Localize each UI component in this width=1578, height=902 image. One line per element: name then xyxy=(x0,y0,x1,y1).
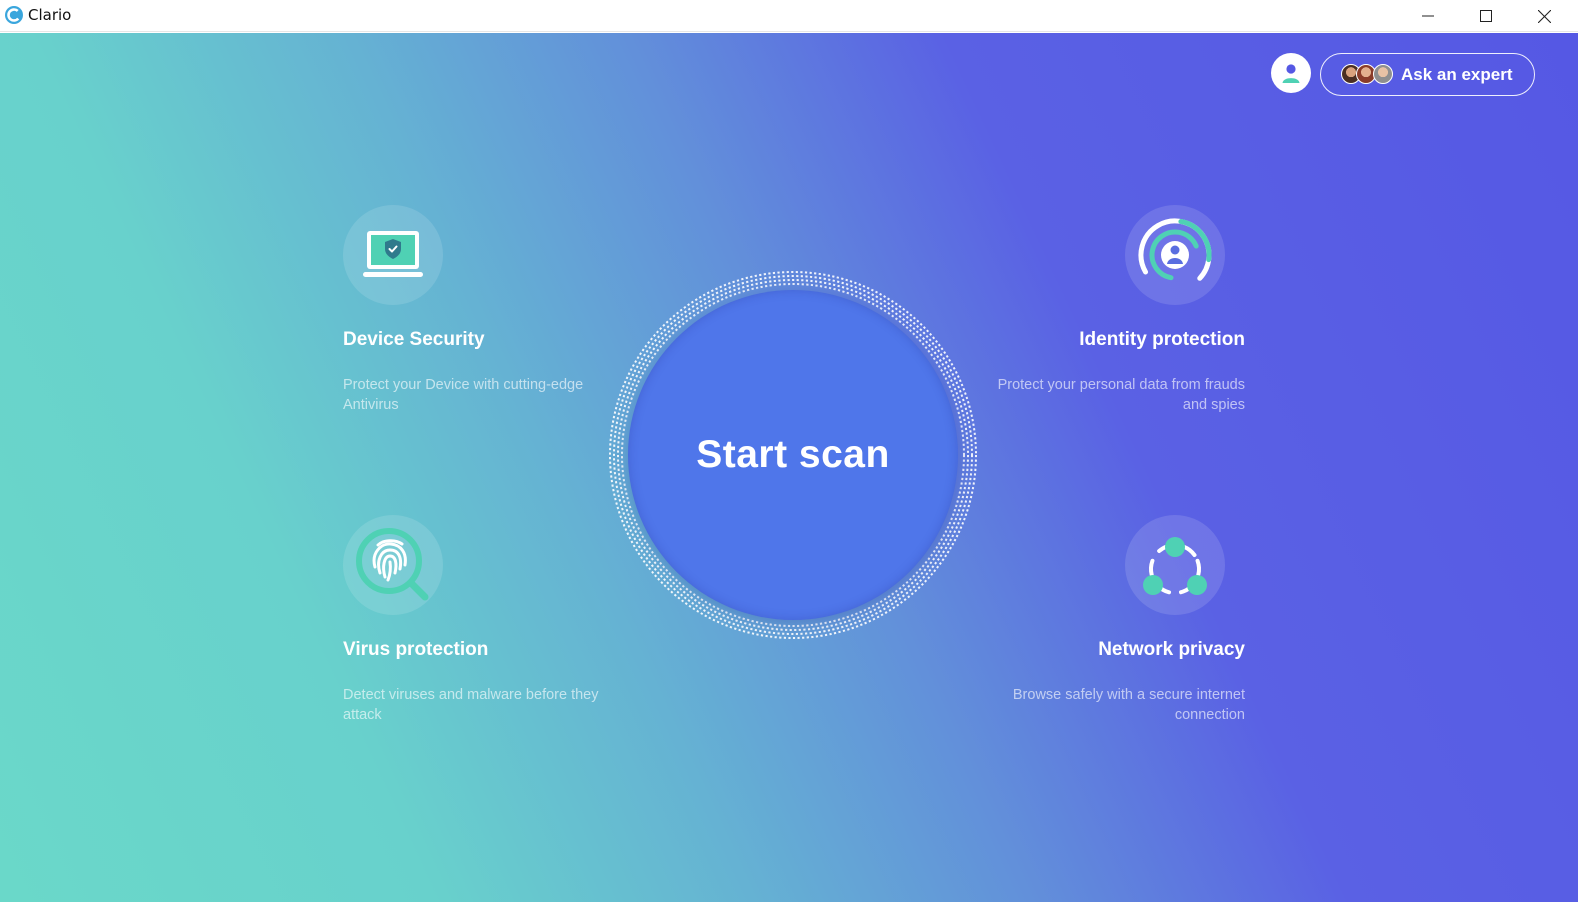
clario-logo-icon xyxy=(5,6,23,24)
start-scan-button[interactable]: Start scan xyxy=(628,290,958,620)
network-privacy-button[interactable] xyxy=(1125,515,1225,615)
network-privacy-description: Browse safely with a secure internet con… xyxy=(1012,687,1245,723)
minimize-button[interactable] xyxy=(1399,0,1457,32)
ask-expert-label: Ask an expert xyxy=(1401,64,1513,84)
fingerprint-magnifier-icon xyxy=(356,528,429,601)
identity-protection-title[interactable]: Identity protection xyxy=(985,329,1245,351)
start-scan-label: Start scan xyxy=(696,433,890,476)
laptop-shield-icon xyxy=(363,231,423,277)
window-title: Clario xyxy=(28,6,72,24)
virus-protection-button[interactable] xyxy=(343,515,443,615)
identity-target-icon xyxy=(1138,218,1212,292)
network-nodes-icon xyxy=(1143,537,1207,595)
minimize-icon xyxy=(1422,15,1434,17)
window-titlebar: Clario xyxy=(0,0,1578,32)
account-button[interactable] xyxy=(1271,53,1311,93)
expert-avatars xyxy=(1341,63,1393,86)
network-privacy-title[interactable]: Network privacy xyxy=(985,639,1245,661)
close-button[interactable] xyxy=(1515,0,1573,32)
scan-control: Start scan xyxy=(606,268,980,642)
device-security-description: Protect your Device with cutting-edge An… xyxy=(343,377,584,413)
virus-protection-description: Detect viruses and malware before they a… xyxy=(343,687,599,723)
identity-protection-description: Protect your personal data from frauds a… xyxy=(997,377,1245,413)
maximize-button[interactable] xyxy=(1457,0,1515,32)
identity-protection-button[interactable] xyxy=(1125,205,1225,305)
close-icon xyxy=(1537,9,1551,23)
expert-avatar xyxy=(1373,63,1393,84)
device-security-title[interactable]: Device Security xyxy=(343,329,485,351)
ask-expert-button[interactable]: Ask an expert xyxy=(1320,53,1535,96)
maximize-icon xyxy=(1480,10,1492,22)
user-icon xyxy=(1282,64,1300,83)
virus-protection-title[interactable]: Virus protection xyxy=(343,639,488,661)
device-security-button[interactable] xyxy=(343,205,443,305)
main-dashboard: Ask an expert Device Security Protect yo… xyxy=(0,33,1578,902)
